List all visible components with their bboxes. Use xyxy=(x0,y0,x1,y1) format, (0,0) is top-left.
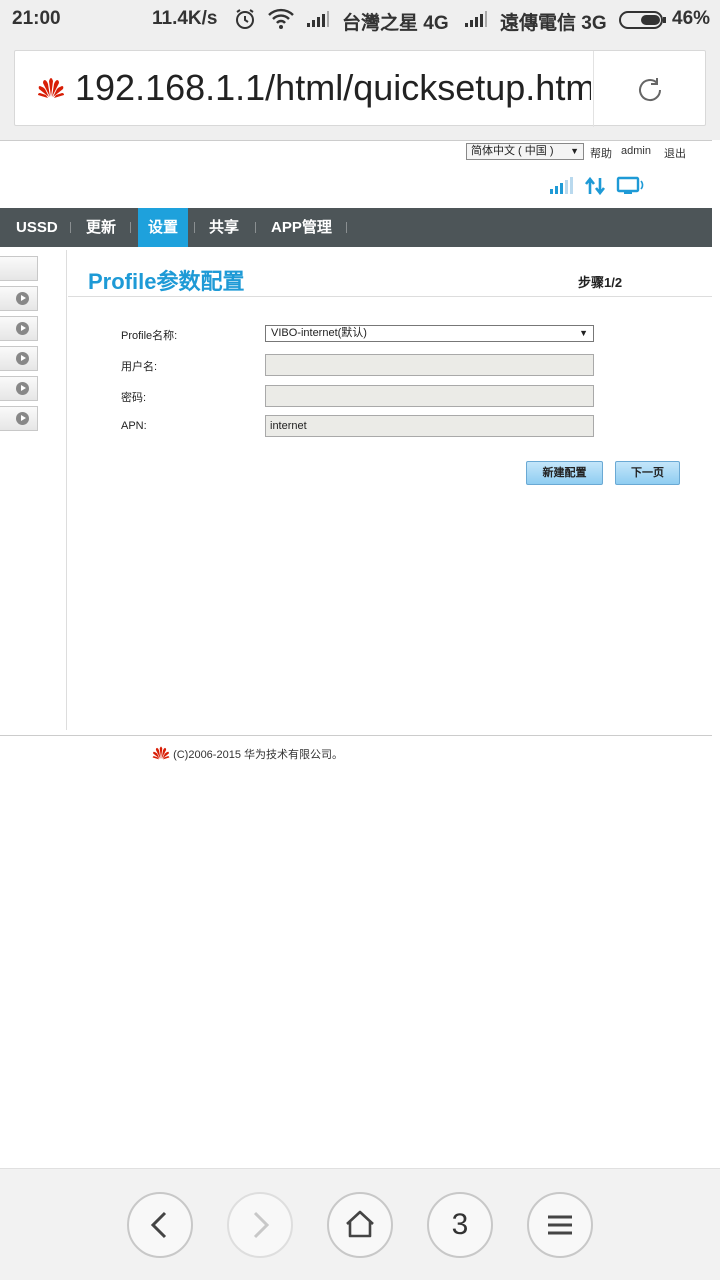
sidebar-item[interactable] xyxy=(0,406,38,431)
address-bar[interactable]: 192.168.1.1/html/quicksetup.html xyxy=(14,50,706,127)
forward-button[interactable] xyxy=(227,1192,293,1258)
wifi-icon xyxy=(268,8,294,36)
profile-name-select[interactable]: VIBO-internet(默认) ▼ xyxy=(265,325,594,342)
carrier-2: 遠傳電信 3G xyxy=(500,13,607,34)
password-label: 密码: xyxy=(121,392,147,404)
nav-separator xyxy=(130,222,131,233)
device-status-icons xyxy=(548,175,648,202)
tabs-button[interactable]: 3 xyxy=(427,1192,493,1258)
url-text: 192.168.1.1/html/quicksetup.html xyxy=(75,67,591,108)
signal-icon xyxy=(305,10,331,34)
language-select[interactable]: 简体中文 ( 中国 ) ▼ xyxy=(466,143,584,160)
logout-link[interactable]: 退出 xyxy=(664,145,686,161)
sidebar-item[interactable] xyxy=(0,346,38,371)
back-button[interactable] xyxy=(127,1192,193,1258)
sidebar-item[interactable] xyxy=(0,286,38,311)
title-divider xyxy=(68,296,712,297)
home-icon xyxy=(346,1210,374,1238)
nav-separator xyxy=(70,222,71,233)
huawei-logo-icon xyxy=(152,746,170,760)
status-bar: 21:00 11.4K/s 台灣之星 4G 遠傳電信 3G 46% xyxy=(0,0,720,40)
nav-ussd[interactable]: USSD xyxy=(16,208,58,247)
main-nav: USSD 更新 设置 共享 APP管理 xyxy=(0,208,712,247)
copyright-text: (C)2006-2015 华为技术有限公司。 xyxy=(173,749,343,761)
username-label: 用户名: xyxy=(121,361,158,373)
password-field[interactable] xyxy=(265,385,594,407)
browser-toolbar: 192.168.1.1/html/quicksetup.html xyxy=(0,40,720,140)
nav-separator xyxy=(255,222,256,233)
menu-icon xyxy=(548,1215,572,1235)
status-icons xyxy=(550,176,644,196)
username-field[interactable] xyxy=(265,354,594,376)
play-icon xyxy=(16,292,29,305)
profile-name-value: VIBO-internet(默认) xyxy=(271,327,367,339)
play-icon xyxy=(16,352,29,365)
signal-icon xyxy=(463,10,489,34)
carrier-1: 台灣之星 4G xyxy=(342,13,449,34)
help-link[interactable]: 帮助 xyxy=(590,145,612,161)
menu-button[interactable] xyxy=(527,1192,593,1258)
sidebar-item[interactable] xyxy=(0,256,38,281)
dropdown-arrow-icon: ▼ xyxy=(579,328,588,338)
url-divider xyxy=(593,51,594,127)
page-title: Profile参数配置 xyxy=(88,269,245,294)
apn-field[interactable]: internet xyxy=(265,415,594,437)
reload-icon[interactable] xyxy=(635,75,665,110)
admin-link[interactable]: admin xyxy=(621,145,651,157)
profile-name-label: Profile名称: xyxy=(121,330,178,342)
nav-app-management[interactable]: APP管理 xyxy=(271,208,332,247)
back-arrow-icon xyxy=(150,1211,167,1239)
sidebar-item[interactable] xyxy=(0,376,38,401)
play-icon xyxy=(16,412,29,425)
footer-divider xyxy=(0,735,712,736)
play-icon xyxy=(16,382,29,395)
sidebar-item[interactable] xyxy=(0,316,38,341)
divider xyxy=(0,140,712,141)
alarm-icon xyxy=(233,7,257,37)
nav-update[interactable]: 更新 xyxy=(86,208,116,247)
battery-percent: 46% xyxy=(672,8,711,29)
play-icon xyxy=(16,322,29,335)
browser-bottom-bar: 3 xyxy=(0,1168,720,1280)
web-page: 简体中文 ( 中国 ) ▼ 帮助 admin 退出 USSD 更新 设置 共享 … xyxy=(0,140,720,1168)
nav-share[interactable]: 共享 xyxy=(209,208,239,247)
nav-separator xyxy=(194,222,195,233)
step-indicator: 步骤1/2 xyxy=(578,275,623,290)
apn-label: APN: xyxy=(121,420,147,432)
tab-count: 3 xyxy=(451,1208,469,1241)
dropdown-arrow-icon: ▼ xyxy=(570,146,579,156)
nav-settings[interactable]: 设置 xyxy=(138,208,188,247)
new-config-button[interactable]: 新建配置 xyxy=(526,461,603,485)
next-page-button[interactable]: 下一页 xyxy=(615,461,680,485)
nav-separator xyxy=(346,222,347,233)
huawei-logo-icon xyxy=(37,77,65,104)
battery-icon xyxy=(619,10,667,36)
forward-arrow-icon xyxy=(253,1211,270,1239)
language-select-value: 简体中文 ( 中国 ) xyxy=(471,145,554,157)
network-speed: 11.4K/s xyxy=(152,8,218,29)
footer: (C)2006-2015 华为技术有限公司。 xyxy=(152,746,343,762)
sidebar-divider xyxy=(66,250,67,730)
home-button[interactable] xyxy=(327,1192,393,1258)
clock: 21:00 xyxy=(12,8,61,29)
